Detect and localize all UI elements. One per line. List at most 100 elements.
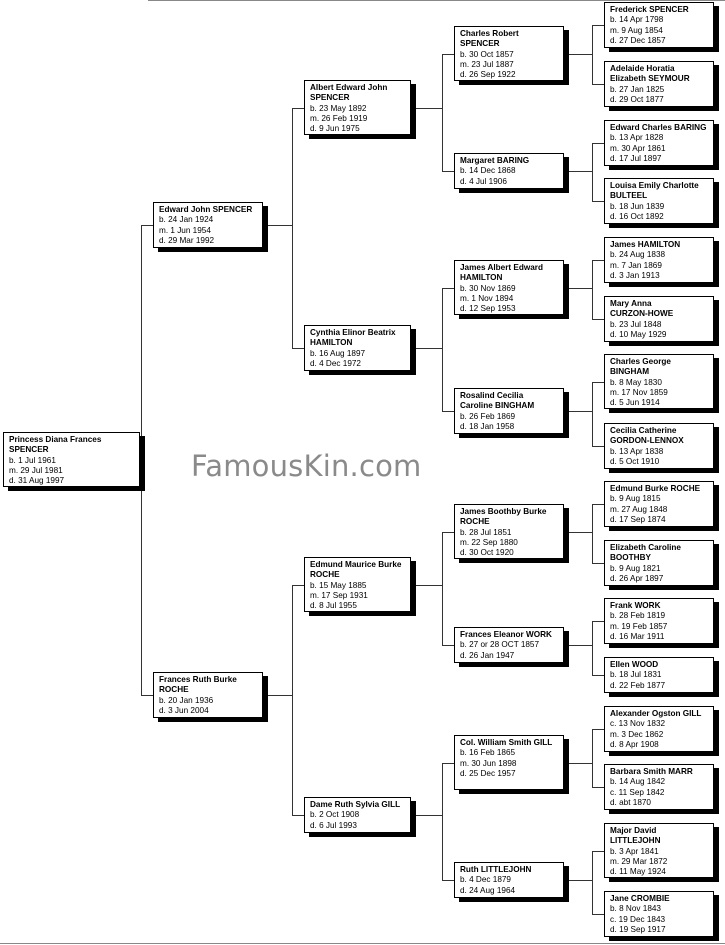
person-name: LITTLEJOHN xyxy=(610,836,661,846)
life-event: d. 24 Aug 1964 xyxy=(460,885,516,895)
life-event: d. 29 Mar 1992 xyxy=(159,235,215,245)
life-event: b. 8 May 1830 xyxy=(610,377,662,387)
person-name: HAMILTON xyxy=(310,338,353,348)
life-event: d. 25 Dec 1957 xyxy=(460,768,516,778)
connector-line xyxy=(141,695,153,696)
connector-line xyxy=(442,762,454,764)
connector-line xyxy=(592,914,604,915)
person-box-p7[interactable]: Charles Robert SPENCER b. 30 Oct 1857 m. 23… xyxy=(454,26,564,81)
person-box-p5[interactable]: Edmund Maurice Burke ROCHE b. 15 May 1885 m… xyxy=(304,557,411,612)
life-event: d. 6 Jul 1993 xyxy=(310,820,357,830)
person-name: Frances Eleanor WORK xyxy=(460,630,552,639)
person-name: Charles Robert xyxy=(460,29,519,38)
life-event: c. 13 Nov 1832 xyxy=(610,719,666,729)
person-box-p3[interactable]: Albert Edward John SPENCER b. 23 May 1892 m… xyxy=(304,80,411,135)
person-box-p0[interactable]: Princess Diana Frances SPENCER b. 1 Jul 19… xyxy=(3,432,140,487)
person-box-p19[interactable]: James HAMILTON b. 24 Aug 1838 m. 7 Jan 186… xyxy=(604,237,714,283)
person-name: HAMILTON xyxy=(460,273,503,283)
person-name: James Boothby Burke xyxy=(460,507,547,516)
life-event: b. 18 Jun 1839 xyxy=(610,201,665,211)
life-event: b. 14 Apr 1798 xyxy=(610,15,664,25)
connector-line xyxy=(592,621,604,622)
person-name: James HAMILTON xyxy=(610,240,681,249)
connector-line xyxy=(592,319,604,320)
person-name: Edward Charles BARING xyxy=(610,123,707,132)
life-event: d. 8 Apr 1908 xyxy=(610,739,659,749)
connector-line xyxy=(592,143,593,201)
person-box-p16[interactable]: Adelaide Horatia Elizabeth SEYMOUR b. 27 J… xyxy=(604,61,714,107)
person-box-p26[interactable]: Ellen WOOD b. 18 Jul 1831 d. 22 Feb 1877 xyxy=(604,657,714,693)
person-box-p30[interactable]: Jane CROMBIE b. 8 Nov 1843 c. 19 Dec 1843 d… xyxy=(604,891,714,937)
life-event: m. 17 Nov 1859 xyxy=(610,387,668,397)
person-box-p17[interactable]: Edward Charles BARING b. 13 Apr 1828 m. 30… xyxy=(604,120,714,166)
connector-line xyxy=(592,504,593,563)
connector-line xyxy=(564,645,592,646)
life-event: b. 13 Apr 1838 xyxy=(610,446,664,456)
person-box-p2[interactable]: Frances Ruth Burke ROCHE b. 20 Jan 1936 d. … xyxy=(153,672,263,718)
person-box-p21[interactable]: Charles George BINGHAM b. 8 May 1830 m. 17 … xyxy=(604,354,714,409)
life-event: m. 30 Jun 1898 xyxy=(460,758,517,768)
person-box-p24[interactable]: Elizabeth Caroline BOOTHBY b. 9 Aug 1821 d.… xyxy=(604,540,714,586)
person-box-p22[interactable]: Cecilia Catherine GORDON-LENNOX b. 13 Apr … xyxy=(604,423,714,469)
person-box-p6[interactable]: Dame Ruth Sylvia GILL b. 2 Oct 1908 d. 6 J… xyxy=(304,797,411,833)
person-box-p9[interactable]: James Albert Edward HAMILTON b. 30 Nov 186… xyxy=(454,260,564,315)
person-box-p10[interactable]: Rosalind Cecilia Caroline BINGHAM b. 26 Fe… xyxy=(454,388,564,434)
person-name: Charles George xyxy=(610,357,671,366)
person-name: Col. William Smith GILL xyxy=(460,738,553,747)
connector-line xyxy=(564,531,592,533)
person-box-p28[interactable]: Barbara Smith MARR b. 14 Aug 1842 c. 11 Se… xyxy=(604,764,714,810)
life-event: m. 1 Nov 1894 xyxy=(460,293,514,303)
connector-line xyxy=(592,675,604,676)
life-event: b. 24 Aug 1838 xyxy=(610,250,666,260)
connector-line xyxy=(592,850,593,914)
connector-line xyxy=(564,287,592,289)
connector-line xyxy=(592,850,604,852)
person-box-p27[interactable]: Alexander Ogston GILL c. 13 Nov 1832 m. 3 … xyxy=(604,706,714,752)
person-box-p1[interactable]: Edward John SPENCER b. 24 Jan 1924 m. 1 Ju… xyxy=(153,202,263,248)
person-box-p14[interactable]: Ruth LITTLEJOHN b. 4 Dec 1879 d. 24 Aug 19… xyxy=(454,862,564,898)
person-box-p23[interactable]: Edmund Burke ROCHE b. 9 Aug 1815 m. 27 Aug… xyxy=(604,481,714,527)
person-name: BINGHAM xyxy=(610,367,650,377)
person-name: Dame Ruth Sylvia GILL xyxy=(310,800,401,809)
person-name: SPENCER xyxy=(9,445,49,455)
connector-line xyxy=(292,584,293,815)
connector-line xyxy=(292,584,304,586)
life-event: b. 27 Jan 1825 xyxy=(610,84,665,94)
life-event: d. 19 Sep 1917 xyxy=(610,924,666,934)
connector-line xyxy=(442,53,454,55)
life-event: m. 3 Dec 1862 xyxy=(610,729,664,739)
person-box-p15[interactable]: Frederick SPENCER b. 14 Apr 1798 m. 9 Aug … xyxy=(604,2,714,48)
life-event: d. 8 Jul 1955 xyxy=(310,601,357,611)
connector-line xyxy=(592,563,604,564)
person-box-p12[interactable]: Frances Eleanor WORK b. 27 or 28 OCT 1857… xyxy=(454,627,564,663)
life-event: m. 23 Jul 1887 xyxy=(460,59,514,69)
life-event: b. 14 Dec 1868 xyxy=(460,166,516,176)
life-event: b. 30 Oct 1857 xyxy=(460,49,514,59)
person-box-p29[interactable]: Major David LITTLEJOHN b. 3 Apr 1841 m. 29 … xyxy=(604,823,714,878)
life-event: b. 23 May 1892 xyxy=(310,103,367,113)
person-name: BOOTHBY xyxy=(610,553,651,563)
person-box-p13[interactable]: Col. William Smith GILL b. 16 Feb 1865 m. … xyxy=(454,735,564,790)
life-event: c. 11 Sep 1842 xyxy=(610,787,665,797)
person-name: Mary Anna xyxy=(610,299,652,308)
person-box-p18[interactable]: Louisa Emily Charlotte BULTEEL b. 18 Jun 1… xyxy=(604,178,714,224)
life-event: b. 23 Jul 1848 xyxy=(610,319,662,329)
person-box-p11[interactable]: James Boothby Burke ROCHE b. 28 Jul 1851 m.… xyxy=(454,504,564,559)
life-event: d. 26 Sep 1922 xyxy=(460,70,516,80)
person-name: Cynthia Elinor Beatrix xyxy=(310,328,396,337)
connector-line xyxy=(292,107,293,348)
person-name: Rosalind Cecilia xyxy=(460,391,524,400)
life-event: b. 1 Jul 1961 xyxy=(9,455,56,465)
connector-line xyxy=(141,225,142,695)
life-event: c. 19 Dec 1843 xyxy=(610,914,666,924)
connector-line xyxy=(442,645,454,646)
person-box-p4[interactable]: Cynthia Elinor Beatrix HAMILTON b. 16 Aug … xyxy=(304,325,411,371)
watermark: FamousKin.com xyxy=(191,449,422,483)
person-box-p25[interactable]: Frank WORK b. 28 Feb 1819 m. 19 Feb 1857 d.… xyxy=(604,598,714,644)
person-name: Edmund Burke ROCHE xyxy=(610,484,701,493)
person-box-p20[interactable]: Mary Anna CURZON-HOWE b. 23 Jul 1848 d. 10 … xyxy=(604,296,714,342)
person-box-p8[interactable]: Margaret BARING b. 14 Dec 1868 d. 4 Jul 19… xyxy=(454,153,564,189)
person-name: BULTEEL xyxy=(610,191,648,201)
connector-line xyxy=(442,171,454,172)
person-name: Ellen WOOD xyxy=(610,660,659,669)
